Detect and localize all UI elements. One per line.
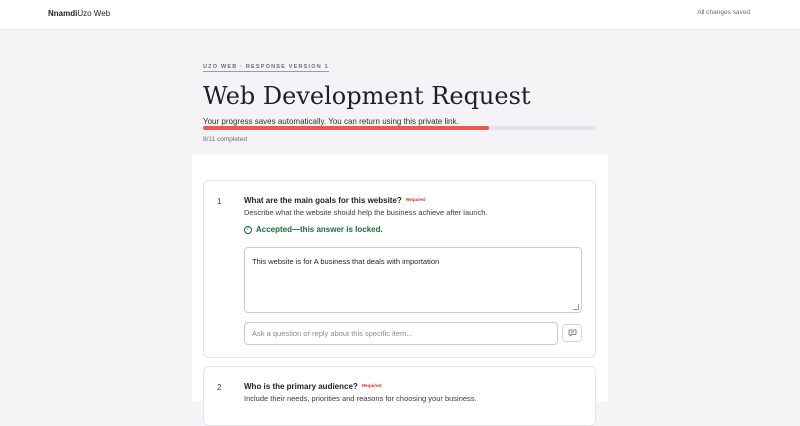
resize-handle-icon[interactable] [573, 304, 579, 310]
accepted-status: ✓ Accepted—this answer is locked. [244, 225, 383, 234]
question-description: Include their needs, priorities and reas… [244, 394, 477, 403]
page-header: UZO WEB · RESPONSE VERSION 1 Web Develop… [203, 55, 598, 126]
question-card: 2 Who is the primary audience? Required I… [203, 366, 596, 426]
save-status: All changes saved [697, 9, 750, 16]
questions-panel: 1 What are the main goals for this websi… [192, 155, 608, 426]
brand-name-rest: Uzo Web [77, 9, 111, 18]
required-badge: Required [361, 383, 382, 388]
comment-input[interactable] [244, 322, 558, 345]
page-subtitle: Your progress saves automatically. You c… [203, 117, 459, 126]
chat-bubble-icon [568, 329, 576, 337]
brand-name-bold: Nnamdi [48, 9, 78, 18]
question-number: 1 [217, 197, 222, 206]
eyebrow-label: UZO WEB · RESPONSE VERSION 1 [203, 64, 329, 72]
accepted-status-text: Accepted—this answer is locked. [256, 225, 383, 234]
top-bar: NnamdiUzo Web All changes saved [0, 0, 800, 30]
question-title: Who is the primary audience? Required [244, 382, 381, 391]
question-title-text: Who is the primary audience? [244, 382, 358, 391]
page-title: Web Development Request [203, 82, 531, 110]
question-card: 1 What are the main goals for this websi… [203, 180, 596, 358]
question-description: Describe what the website should help th… [244, 208, 488, 217]
progress-bar [203, 126, 596, 130]
brand-logo[interactable]: NnamdiUzo Web [48, 9, 110, 18]
answer-field[interactable]: This website is for A business that deal… [244, 247, 582, 313]
question-number: 2 [217, 383, 222, 392]
question-title-text: What are the main goals for this website… [244, 196, 402, 205]
answer-text: This website is for A business that deal… [252, 257, 440, 266]
send-comment-button[interactable] [562, 324, 582, 342]
question-title: What are the main goals for this website… [244, 196, 425, 205]
progress-label: 8/11 completed [203, 136, 247, 143]
required-badge: Required [405, 197, 426, 202]
check-circle-icon: ✓ [244, 225, 252, 234]
progress-fill [203, 126, 489, 130]
